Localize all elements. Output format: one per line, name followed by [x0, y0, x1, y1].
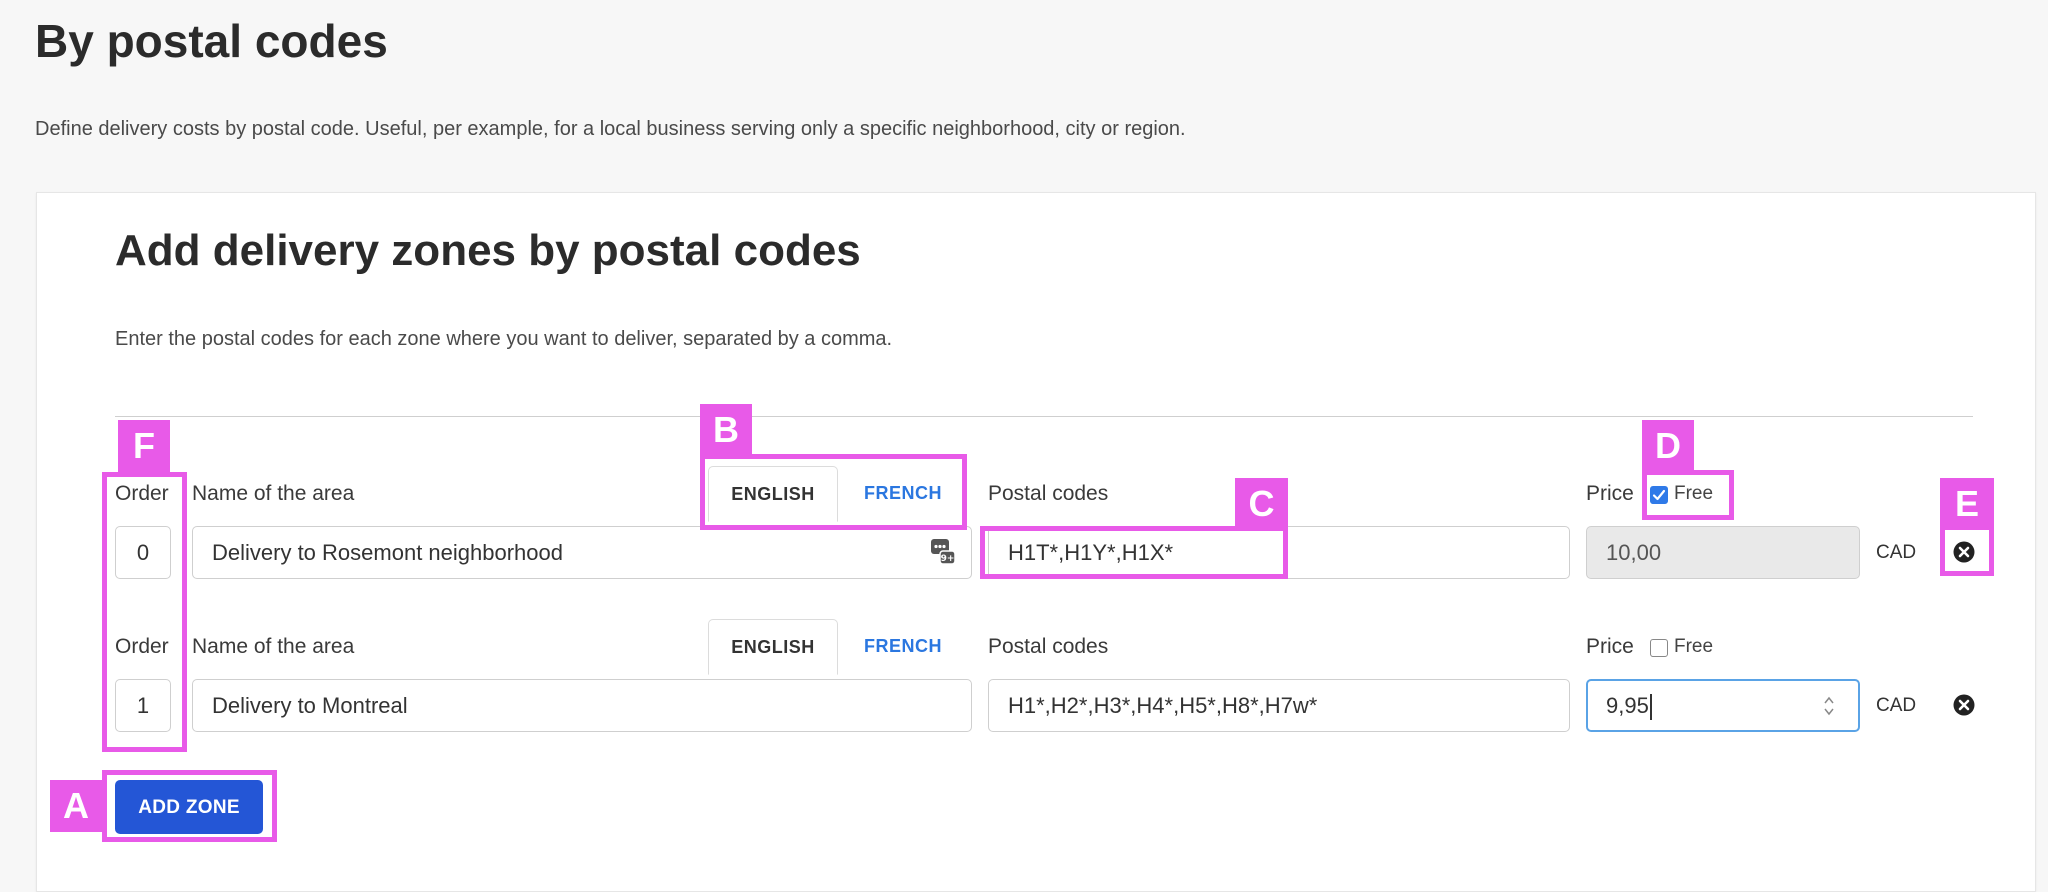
- card-title: Add delivery zones by postal codes: [115, 226, 861, 275]
- postal-codes-input[interactable]: H1*,H2*,H3*,H4*,H5*,H8*,H7w*: [988, 679, 1570, 732]
- annotation-label-a: A: [50, 780, 102, 832]
- area-name-input[interactable]: Delivery to Rosemont neighborhood: [192, 526, 972, 579]
- annotation-box-f: [102, 472, 187, 752]
- area-name-label: Name of the area: [192, 635, 355, 658]
- language-tabs: ENGLISH FRENCH: [708, 619, 966, 675]
- area-name-label: Name of the area: [192, 482, 355, 505]
- currency-label: CAD: [1876, 542, 1917, 563]
- page-title: By postal codes: [35, 15, 388, 67]
- currency-label: CAD: [1876, 695, 1917, 716]
- tab-french[interactable]: FRENCH: [838, 619, 968, 675]
- svg-text:9+: 9+: [941, 554, 955, 564]
- divider: [115, 416, 1973, 417]
- spinner-arrows-icon[interactable]: [1822, 694, 1836, 718]
- annotation-box-a: [102, 770, 277, 842]
- annotation-box-e: [1940, 524, 1994, 576]
- translate-icon[interactable]: 9+: [930, 538, 956, 566]
- postal-codes-label: Postal codes: [988, 635, 1109, 658]
- annotation-label-e: E: [1940, 478, 1994, 530]
- annotation-box-c: [980, 526, 1288, 579]
- price-input[interactable]: 9,95: [1586, 679, 1860, 732]
- annotation-label-f: F: [118, 420, 170, 472]
- annotation-label-b: B: [700, 404, 752, 456]
- price-label: Price: [1586, 482, 1634, 505]
- annotation-box-d: [1642, 470, 1734, 520]
- postal-codes-label: Postal codes: [988, 482, 1109, 505]
- remove-icon[interactable]: [1953, 694, 1975, 716]
- annotation-label-d: D: [1642, 420, 1694, 472]
- text-caret: [1649, 694, 1652, 721]
- tab-english[interactable]: ENGLISH: [708, 619, 838, 675]
- card-description: Enter the postal codes for each zone whe…: [115, 328, 893, 350]
- area-name-input[interactable]: Delivery to Montreal: [192, 679, 972, 732]
- price-value: 9,95: [1606, 693, 1649, 718]
- annotation-box-b: [700, 454, 967, 530]
- free-checkbox[interactable]: [1650, 639, 1668, 657]
- price-input: 10,00: [1586, 526, 1860, 579]
- free-label: Free: [1674, 636, 1714, 657]
- page-description: Define delivery costs by postal code. Us…: [35, 118, 1186, 140]
- annotation-label-c: C: [1235, 478, 1288, 530]
- price-label: Price: [1586, 635, 1634, 658]
